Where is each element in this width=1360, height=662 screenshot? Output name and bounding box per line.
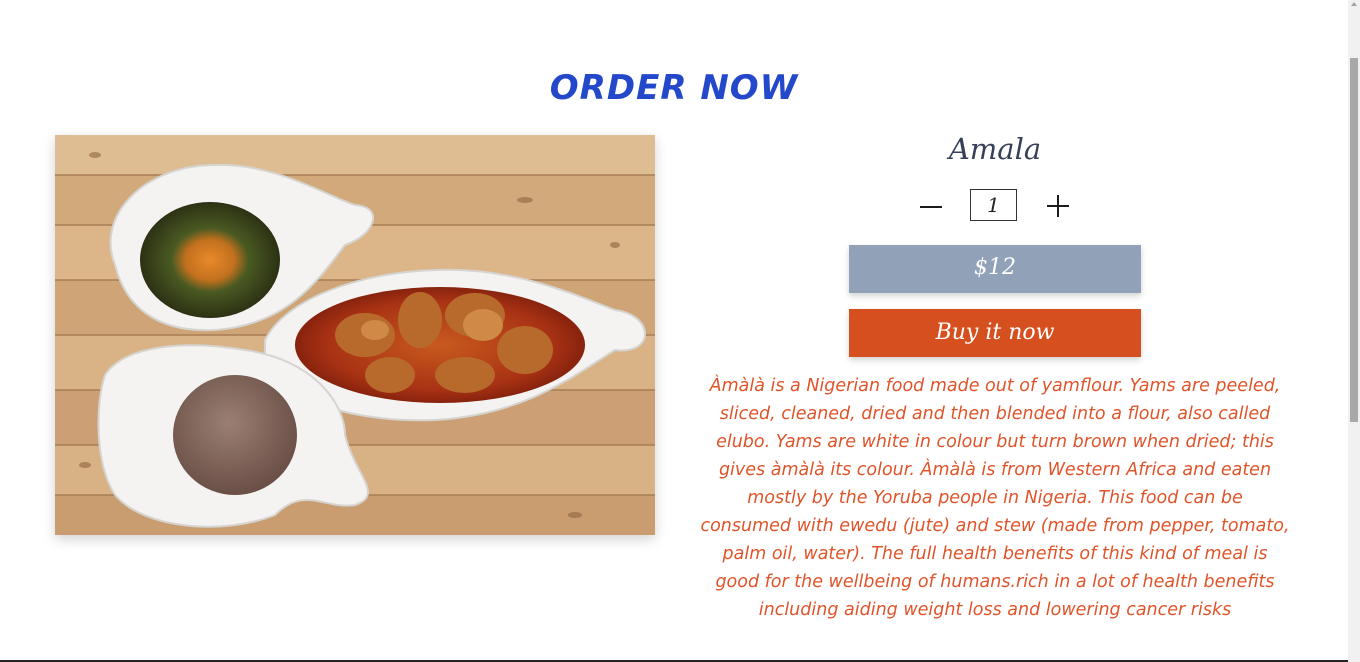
vertical-scrollbar[interactable] — [1348, 0, 1360, 662]
product-image — [55, 135, 655, 535]
order-page: ORDER NOW Amala 1 $12 Buy it now Àmàlà i… — [0, 0, 1348, 662]
plus-icon[interactable] — [1042, 192, 1074, 220]
page-title: ORDER NOW — [549, 68, 799, 108]
price-display: $12 — [849, 245, 1141, 293]
product-name: Amala — [948, 132, 1042, 166]
scroll-up-arrow-icon[interactable] — [1351, 2, 1357, 6]
minus-icon[interactable] — [915, 193, 947, 221]
product-description: Àmàlà is a Nigerian food made out of yam… — [700, 376, 1290, 620]
buy-it-now-button[interactable]: Buy it now — [849, 309, 1141, 357]
quantity-input[interactable] — [970, 189, 1017, 221]
scrollbar-thumb[interactable] — [1350, 58, 1358, 422]
